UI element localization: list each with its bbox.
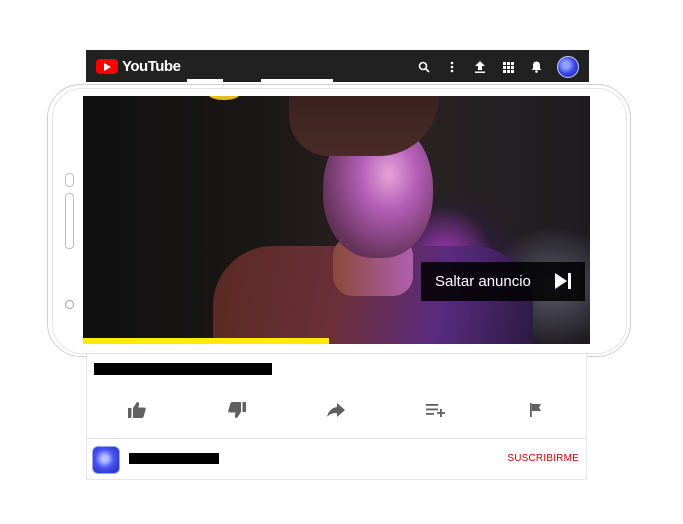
subscribe-button[interactable]: SUSCRIBIRME [507,453,579,464]
add-to-playlist-icon[interactable] [424,398,448,422]
report-flag-icon[interactable] [524,398,548,422]
skip-ad-button[interactable]: Saltar anuncio [421,262,585,301]
phone-camera-dot [65,300,74,309]
account-avatar[interactable] [557,56,579,78]
upload-icon[interactable] [473,60,487,74]
more-vert-icon[interactable] [445,60,459,74]
header-tab-indicator[interactable] [187,79,223,82]
video-actions [87,394,586,426]
video-title-redacted [94,363,272,375]
header-tab-indicator[interactable] [261,79,333,82]
youtube-logo[interactable]: YouTube [96,58,181,75]
youtube-play-logo-icon [96,59,118,74]
video-light-glow [209,96,239,100]
skip-next-icon [553,272,573,290]
header-actions [417,56,579,78]
ad-progress-fill [83,338,329,344]
video-info-panel: SUSCRIBIRME [86,354,587,480]
dislike-icon[interactable] [225,398,249,422]
channel-name-redacted [129,453,219,464]
notifications-bell-icon[interactable] [529,60,543,74]
phone-side-button [65,173,74,187]
share-icon[interactable] [324,398,348,422]
youtube-header: YouTube [86,50,589,82]
ad-progress-bar[interactable] [83,338,590,344]
video-player[interactable]: Saltar anuncio [83,96,590,344]
like-icon[interactable] [125,398,149,422]
youtube-wordmark: YouTube [122,58,181,75]
phone-volume-button [65,193,74,249]
skip-ad-label: Saltar anuncio [435,273,531,290]
apps-grid-icon[interactable] [501,60,515,74]
search-icon[interactable] [417,60,431,74]
divider [87,438,586,439]
channel-avatar[interactable] [92,446,120,474]
